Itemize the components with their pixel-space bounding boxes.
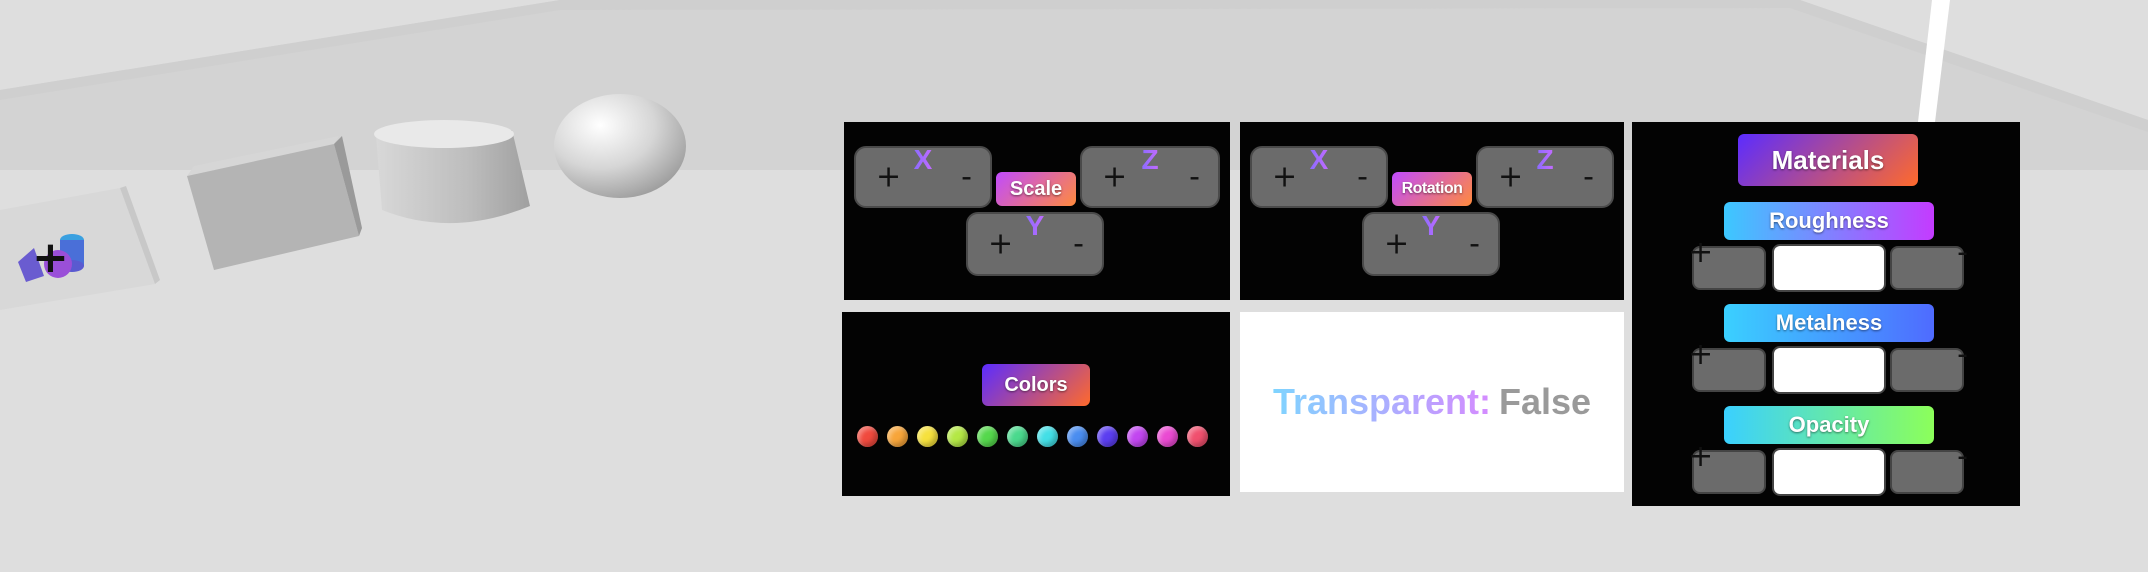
- rotation-y-label: Y: [1421, 210, 1441, 241]
- 3d-scene: + + X - Scale + Z - + Y - + X - Rotation…: [0, 0, 2148, 572]
- scale-x-label: X: [913, 144, 933, 175]
- rotation-button[interactable]: Rotation: [1392, 172, 1472, 206]
- color-swatch[interactable]: [947, 426, 968, 447]
- scale-y-minus-button[interactable]: -: [1073, 227, 1084, 262]
- add-shapes-icon[interactable]: +: [14, 226, 90, 286]
- color-swatch[interactable]: [1097, 426, 1118, 447]
- opacity-plus-button[interactable]: +: [1688, 442, 1766, 494]
- colors-button[interactable]: Colors: [982, 364, 1090, 406]
- rotation-z-minus-button[interactable]: -: [1583, 160, 1594, 195]
- scale-z-label: Z: [1141, 144, 1159, 175]
- rotation-panel: + X - Rotation + Z - + Y -: [1240, 122, 1624, 300]
- opacity-minus-button[interactable]: -: [1890, 442, 1968, 494]
- color-swatch[interactable]: [917, 426, 938, 447]
- rotation-x-minus-button[interactable]: -: [1357, 160, 1368, 195]
- transparent-label: Transparent:: [1272, 381, 1491, 422]
- color-swatch[interactable]: [857, 426, 878, 447]
- sphere-shape[interactable]: [552, 92, 688, 200]
- scale-y-plus-button[interactable]: +: [988, 227, 1013, 262]
- rotation-x-pad[interactable]: + X -: [1250, 144, 1388, 208]
- scale-x-pad[interactable]: + X -: [854, 144, 992, 208]
- rotation-z-label: Z: [1536, 144, 1554, 175]
- materials-button[interactable]: Materials: [1738, 134, 1918, 186]
- opacity-value-box[interactable]: [1772, 448, 1886, 496]
- scale-x-minus-button[interactable]: -: [961, 160, 972, 195]
- roughness-plus-button[interactable]: +: [1688, 238, 1766, 290]
- rotation-x-plus-button[interactable]: +: [1272, 160, 1297, 195]
- color-swatch[interactable]: [1067, 426, 1088, 447]
- metalness-minus-button[interactable]: -: [1890, 340, 1968, 392]
- metalness-button[interactable]: Metalness: [1724, 304, 1934, 342]
- metalness-value-box[interactable]: [1772, 346, 1886, 394]
- rotation-z-plus-button[interactable]: +: [1498, 160, 1523, 195]
- transparent-value: False: [1499, 381, 1592, 422]
- rotation-y-minus-button[interactable]: -: [1469, 227, 1480, 262]
- scale-panel: + X - Scale + Z - + Y -: [844, 122, 1230, 300]
- metalness-plus-button[interactable]: +: [1688, 340, 1766, 392]
- roughness-minus-button[interactable]: -: [1890, 238, 1968, 290]
- rotation-z-pad[interactable]: + Z -: [1476, 144, 1614, 208]
- scale-button[interactable]: Scale: [996, 172, 1076, 206]
- scale-z-plus-button[interactable]: +: [1102, 160, 1127, 195]
- color-swatch[interactable]: [1187, 426, 1208, 447]
- color-swatch[interactable]: [887, 426, 908, 447]
- color-swatch[interactable]: [1037, 426, 1058, 447]
- roughness-button[interactable]: Roughness: [1724, 202, 1934, 240]
- materials-panel: Materials Roughness + - Metalness + - Op…: [1632, 122, 2020, 506]
- scale-z-pad[interactable]: + Z -: [1080, 144, 1220, 208]
- roughness-value-box[interactable]: [1772, 244, 1886, 292]
- svg-text:+: +: [32, 232, 69, 283]
- rotation-y-pad[interactable]: + Y -: [1362, 210, 1500, 276]
- color-swatch[interactable]: [1007, 426, 1028, 447]
- scale-y-pad[interactable]: + Y -: [966, 210, 1104, 276]
- color-swatch[interactable]: [977, 426, 998, 447]
- scale-x-plus-button[interactable]: +: [876, 160, 901, 195]
- box-shape[interactable]: [184, 136, 364, 272]
- transparent-panel[interactable]: Transparent: False: [1240, 312, 1624, 492]
- scale-z-minus-button[interactable]: -: [1189, 160, 1200, 195]
- cylinder-shape[interactable]: [372, 118, 534, 230]
- rotation-y-plus-button[interactable]: +: [1384, 227, 1409, 262]
- opacity-button[interactable]: Opacity: [1724, 406, 1934, 444]
- color-swatch[interactable]: [1127, 426, 1148, 447]
- rotation-x-label: X: [1309, 144, 1329, 175]
- color-swatch[interactable]: [1157, 426, 1178, 447]
- scale-y-label: Y: [1025, 210, 1045, 241]
